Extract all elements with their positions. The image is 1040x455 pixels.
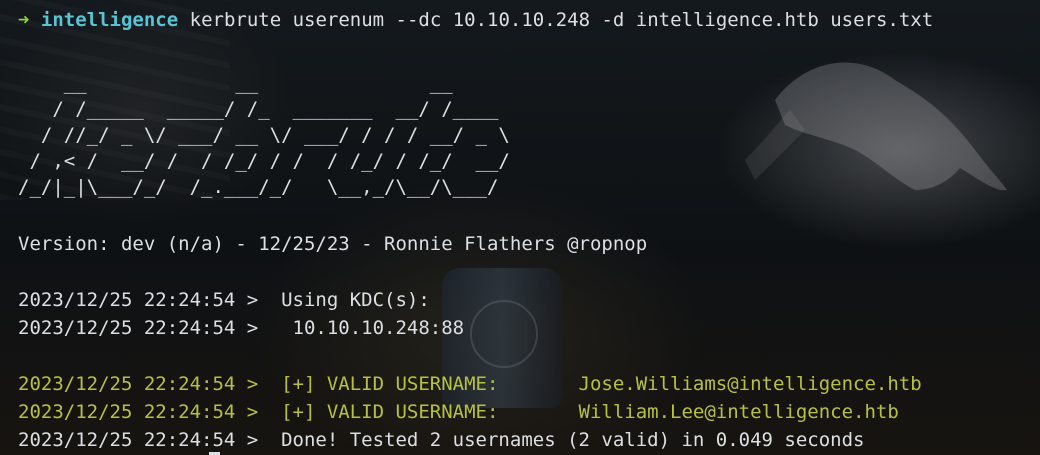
log-kdc-address: 2023/12/25 22:24:54 > 10.10.10.248:88 [18, 317, 465, 339]
kerbrute-ascii-banner: __ __ __ / /_____ _____/ /_ _______ __/ … [18, 70, 510, 200]
log-valid-username: 2023/12/25 22:24:54 > [+] VALID USERNAME… [18, 373, 922, 395]
banner-line: / /_____ _____/ /_ _______ __/ /____ [18, 98, 499, 120]
log-valid-username: 2023/12/25 22:24:54 > [+] VALID USERNAME… [18, 401, 899, 423]
background-hand-image [745, 62, 1007, 191]
banner-line: / ,< / __/ / / /_/ / / / /_/ / /_/ __/ [18, 150, 510, 172]
prompt-command: kerbrute userenum --dc 10.10.10.248 -d i… [189, 9, 934, 31]
prompt-line: ➜ intelligence kerbrute userenum --dc 10… [18, 8, 933, 32]
banner-line: / //_/ _ \/ ___/ __ \/ ___/ / / / __/ _ … [18, 124, 510, 146]
prompt-directory: intelligence [40, 9, 179, 31]
background-can-label [470, 300, 538, 368]
banner-line: __ __ __ [18, 72, 453, 94]
log-summary: 2023/12/25 22:24:54 > Done! Tested 2 use… [18, 429, 865, 451]
banner-line: /_/|_|\___/_/ /_.___/_/ \__,_/\__/\___/ [18, 176, 499, 198]
prompt-arrow-icon: ➜ [18, 9, 30, 31]
terminal-window[interactable]: ➜ intelligence kerbrute userenum --dc 10… [0, 0, 1040, 455]
version-line: Version: dev (n/a) - 12/25/23 - Ronnie F… [18, 233, 648, 255]
log-kdc-header: 2023/12/25 22:24:54 > Using KDC(s): [18, 289, 430, 311]
